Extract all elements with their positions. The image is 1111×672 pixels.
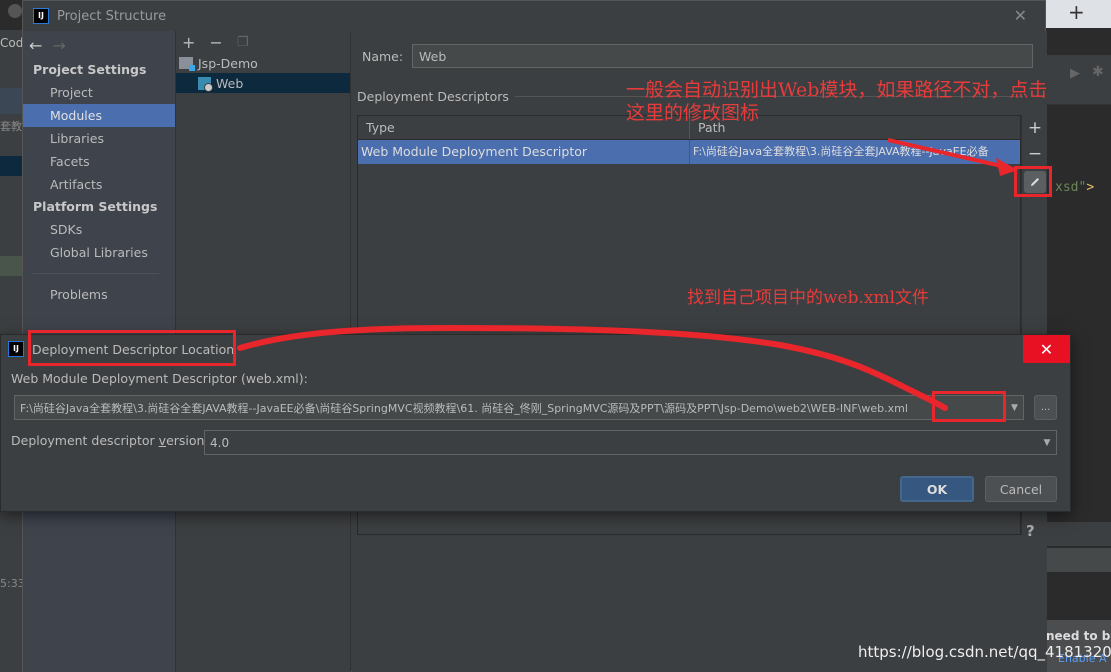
ide-panel-strip: [1046, 522, 1111, 546]
dialog-title-bar[interactable]: IJ Project Structure: [23, 1, 1045, 31]
close-icon[interactable]: ✕: [1014, 6, 1027, 25]
nav-item-project[interactable]: Project: [23, 81, 175, 104]
remove-descriptor-button[interactable]: −: [1022, 141, 1048, 167]
copy-icon[interactable]: ❐: [237, 35, 249, 50]
web-facet-icon: [198, 76, 213, 92]
remove-icon[interactable]: −: [209, 33, 222, 52]
version-label-text: Deployment descriptor: [11, 433, 159, 448]
ide-panel-strip: [1046, 548, 1111, 572]
back-arrow-icon[interactable]: ←: [29, 36, 42, 55]
browse-button[interactable]: ...: [1034, 395, 1057, 420]
nav-item-global-libraries[interactable]: Global Libraries: [23, 241, 175, 264]
nav-section-platform-settings: Platform Settings: [33, 199, 158, 214]
cancel-button[interactable]: Cancel: [985, 476, 1057, 502]
code-tag-end: >: [1086, 180, 1095, 195]
debug-icon[interactable]: ✱: [1092, 64, 1104, 80]
nav-item-modules[interactable]: Modules: [23, 104, 175, 127]
cell-type: Web Module Deployment Descriptor: [358, 140, 690, 164]
path-label: Web Module Deployment Descriptor (web.xm…: [11, 371, 308, 386]
path-combobox[interactable]: F:\尚硅谷Java全套教程\3.尚硅谷全套JAVA教程--JavaEE必备\尚…: [14, 395, 1024, 420]
browser-tab-icon: [8, 4, 22, 18]
chevron-down-icon[interactable]: ▼: [1005, 396, 1023, 419]
code-xsd-text: xsd": [1055, 180, 1087, 195]
watermark: https://blog.csdn.net/qq_41813208: [858, 643, 1111, 661]
version-select[interactable]: 4.0 ▼: [204, 430, 1057, 455]
highlight-box-filename: [932, 391, 1006, 422]
highlight-box-edit: [1014, 166, 1052, 197]
nav-item-sdks[interactable]: SDKs: [23, 218, 175, 241]
tree-node-label: Jsp-Demo: [198, 55, 258, 71]
add-icon[interactable]: +: [182, 33, 195, 52]
intellij-logo-icon: IJ: [33, 8, 49, 24]
tree-node-jsp-demo[interactable]: Jsp-Demo: [176, 53, 350, 73]
nav-item-problems[interactable]: Problems: [23, 283, 175, 306]
ide-left-strip: [0, 88, 22, 114]
version-label-text: ersion: [166, 433, 205, 448]
version-value: 4.0: [210, 435, 230, 450]
name-label: Name:: [362, 48, 404, 64]
code-fragment: xsd">: [1055, 180, 1094, 195]
close-button[interactable]: ✕: [1023, 335, 1070, 363]
nav-divider: [33, 273, 159, 274]
help-icon[interactable]: ?: [1026, 522, 1035, 540]
tree-node-label: Web: [216, 75, 244, 91]
annotation-line-1: 一般会自动识别出Web模块，如果路径不对，点击: [626, 79, 1048, 101]
run-icon[interactable]: ▶: [1070, 66, 1080, 81]
tree-toolbar: + − ❐: [176, 31, 350, 53]
forward-arrow-icon[interactable]: →: [52, 36, 65, 55]
nav-item-libraries[interactable]: Libraries: [23, 127, 175, 150]
version-label-mnemonic: v: [158, 433, 167, 448]
annotation-note-mid: 找到自己项目中的web.xml文件: [687, 288, 930, 308]
version-label: Deployment descriptor version: [11, 433, 204, 448]
ide-time-fragment: 5:33: [0, 577, 25, 590]
intellij-logo-icon: IJ: [8, 341, 24, 357]
name-input[interactable]: Web: [412, 44, 1033, 68]
nav-arrows: ← →: [23, 31, 175, 59]
module-folder-icon: [179, 57, 195, 71]
table-row[interactable]: Web Module Deployment Descriptor F:\尚硅谷J…: [358, 140, 1020, 164]
highlight-box-title: [28, 330, 236, 366]
nav-item-facets[interactable]: Facets: [23, 150, 175, 173]
tree-node-web[interactable]: Web: [176, 73, 350, 93]
notification-text: need to be: [1046, 629, 1111, 643]
nav-section-project-settings: Project Settings: [33, 62, 147, 77]
dialog-title: Project Structure: [57, 8, 167, 24]
ide-left-selection: [0, 156, 22, 176]
nav-item-artifacts[interactable]: Artifacts: [23, 173, 175, 196]
annotation-note-top: 一般会自动识别出Web模块，如果路径不对，点击 这里的修改图标: [626, 79, 1047, 125]
new-tab-button[interactable]: +: [1068, 0, 1085, 24]
section-title: Deployment Descriptors: [357, 89, 509, 104]
path-input[interactable]: F:\尚硅谷Java全套教程\3.尚硅谷全套JAVA教程--JavaEE必备\尚…: [15, 400, 1005, 416]
ok-button[interactable]: OK: [900, 476, 974, 502]
chevron-down-icon[interactable]: ▼: [1038, 438, 1056, 448]
ide-left-text-fragment: 套教: [0, 120, 22, 133]
name-row: Name: Web: [362, 44, 1033, 68]
ide-left-highlight: [0, 256, 22, 276]
browser-tab-bar: +: [1046, 0, 1111, 28]
annotation-line-2: 这里的修改图标: [626, 102, 760, 124]
cell-path: F:\尚硅谷Java全套教程\3.尚硅谷全套JAVA教程--JavaEE必备: [693, 145, 989, 158]
